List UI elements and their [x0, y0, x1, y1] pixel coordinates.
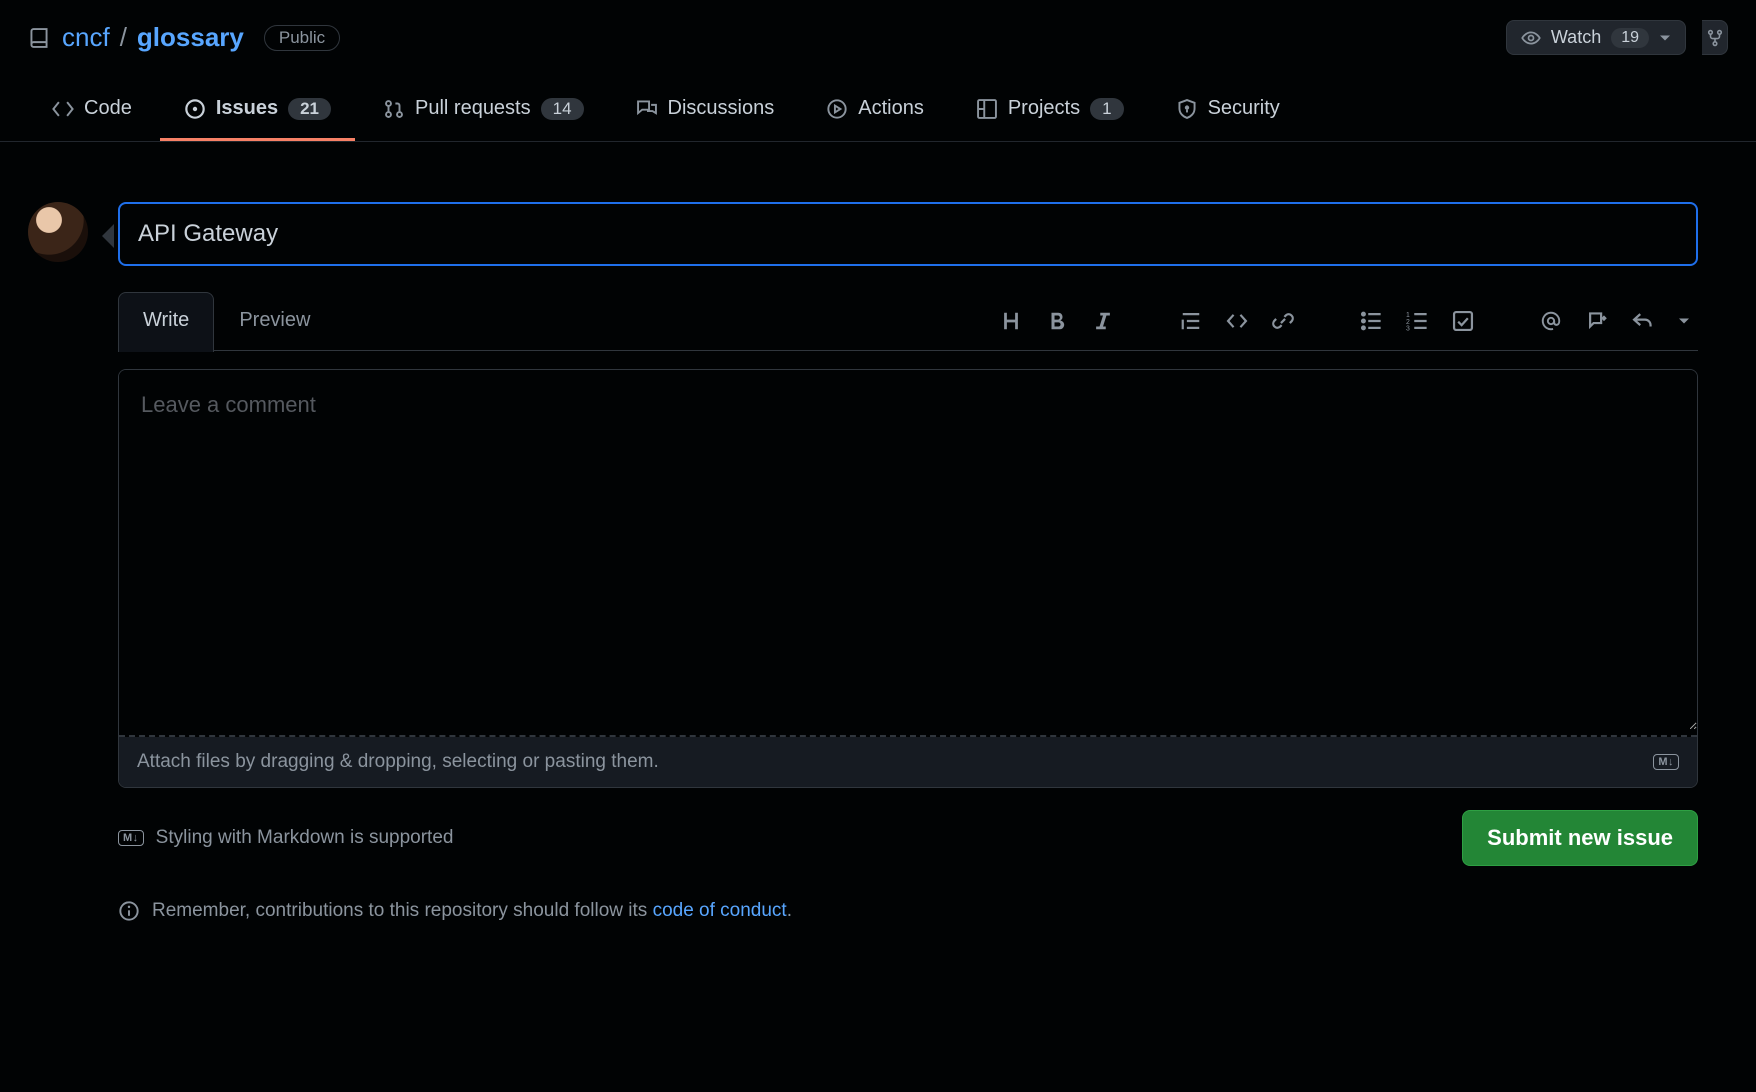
- fork-button-stub[interactable]: [1702, 20, 1728, 55]
- tab-security[interactable]: Security: [1152, 79, 1304, 141]
- markdown-badge-icon[interactable]: M↓: [1653, 754, 1679, 770]
- tab-issues[interactable]: Issues 21: [160, 79, 355, 141]
- chevron-down-icon[interactable]: [1678, 310, 1690, 332]
- play-icon: [826, 98, 848, 120]
- chevron-down-icon: [1659, 32, 1671, 44]
- quote-icon[interactable]: [1180, 310, 1202, 332]
- tab-code[interactable]: Code: [28, 79, 156, 141]
- tab-security-label: Security: [1208, 97, 1280, 120]
- styling-note: Styling with Markdown is supported: [156, 827, 454, 849]
- code-icon[interactable]: [1226, 310, 1248, 332]
- repo-owner-link[interactable]: cncf: [62, 22, 110, 53]
- code-of-conduct-link[interactable]: code of conduct: [653, 900, 787, 921]
- repo-name-link[interactable]: glossary: [137, 22, 244, 53]
- code-of-conduct-note: Remember, contributions to this reposito…: [152, 900, 792, 922]
- tab-discussions[interactable]: Discussions: [612, 79, 799, 141]
- tab-actions-label: Actions: [858, 97, 924, 120]
- italic-icon[interactable]: [1092, 310, 1114, 332]
- bold-icon[interactable]: [1046, 310, 1068, 332]
- cross-reference-icon[interactable]: [1586, 310, 1608, 332]
- avatar[interactable]: [28, 202, 88, 262]
- git-pull-request-icon: [383, 98, 405, 120]
- issue-opened-icon: [184, 98, 206, 120]
- watch-button[interactable]: Watch 19: [1506, 20, 1686, 55]
- shield-icon: [1176, 98, 1198, 120]
- tab-pull-requests[interactable]: Pull requests 14: [359, 79, 608, 141]
- svg-text:3: 3: [1406, 326, 1410, 332]
- tab-write[interactable]: Write: [118, 292, 214, 352]
- markdown-badge-icon: M↓: [118, 830, 144, 846]
- reply-icon[interactable]: [1632, 310, 1654, 332]
- list-unordered-icon[interactable]: [1360, 310, 1382, 332]
- breadcrumb: cncf / glossary: [62, 22, 244, 53]
- repo-icon: [28, 25, 50, 51]
- attach-hint: Attach files by dragging & dropping, sel…: [137, 751, 659, 773]
- tab-discussions-label: Discussions: [668, 97, 775, 120]
- eye-icon: [1521, 28, 1541, 48]
- heading-icon[interactable]: [1000, 310, 1022, 332]
- issue-title-input[interactable]: [118, 202, 1698, 266]
- tab-projects-count: 1: [1090, 98, 1123, 120]
- info-icon: [118, 900, 140, 922]
- comment-discussion-icon: [636, 98, 658, 120]
- tab-actions[interactable]: Actions: [802, 79, 948, 141]
- tab-issues-label: Issues: [216, 97, 278, 120]
- mention-icon[interactable]: [1540, 310, 1562, 332]
- watch-count: 19: [1611, 28, 1649, 48]
- markdown-toolbar: 123: [1000, 310, 1698, 332]
- breadcrumb-separator: /: [118, 22, 129, 53]
- tab-projects[interactable]: Projects 1: [952, 79, 1148, 141]
- visibility-badge: Public: [264, 25, 340, 51]
- list-ordered-icon[interactable]: 123: [1406, 310, 1428, 332]
- tab-issues-count: 21: [288, 98, 331, 120]
- link-icon[interactable]: [1272, 310, 1294, 332]
- watch-label: Watch: [1551, 27, 1601, 48]
- code-icon: [52, 98, 74, 120]
- attach-files-dropzone[interactable]: Attach files by dragging & dropping, sel…: [119, 737, 1697, 787]
- submit-new-issue-button[interactable]: Submit new issue: [1462, 810, 1698, 866]
- repo-tabs: Code Issues 21 Pull requests 14 Discussi…: [0, 79, 1756, 142]
- tab-preview[interactable]: Preview: [214, 292, 335, 350]
- comment-textarea[interactable]: [119, 370, 1697, 730]
- tasklist-icon[interactable]: [1452, 310, 1474, 332]
- tab-projects-label: Projects: [1008, 97, 1080, 120]
- tab-pulls-label: Pull requests: [415, 97, 531, 120]
- tab-code-label: Code: [84, 97, 132, 120]
- project-icon: [976, 98, 998, 120]
- comment-pointer: [102, 224, 114, 248]
- tab-pulls-count: 14: [541, 98, 584, 120]
